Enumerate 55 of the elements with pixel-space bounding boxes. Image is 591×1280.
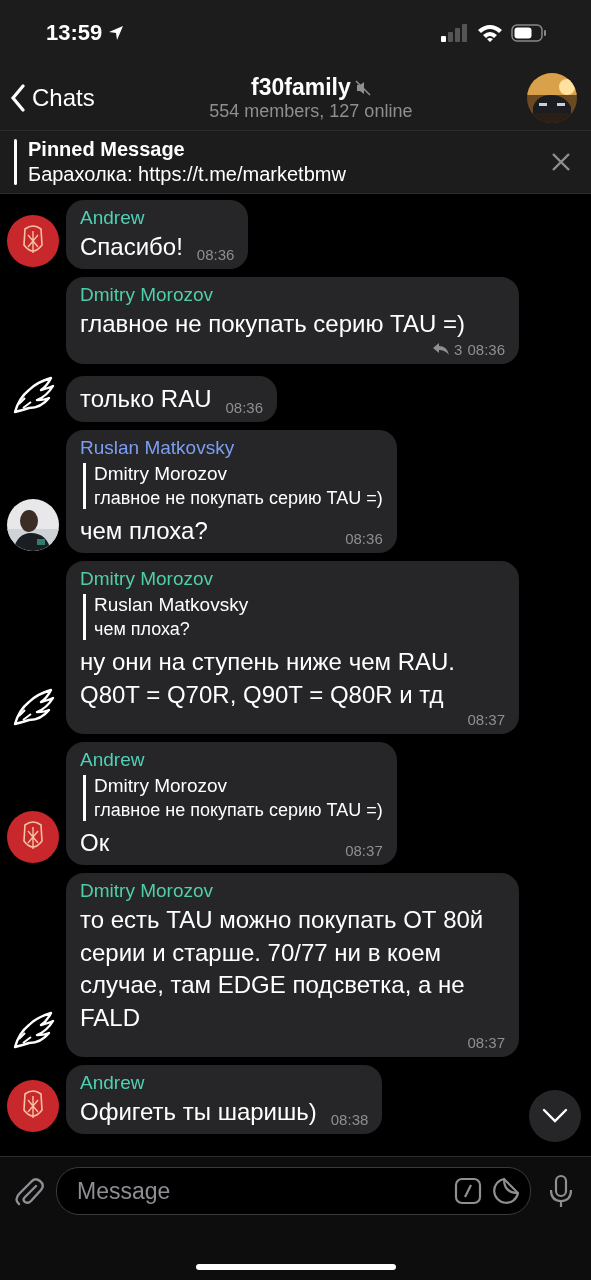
sender-name: Dmitry Morozov	[80, 284, 214, 307]
message-time: 08:37	[345, 842, 383, 860]
quoted-text: главное не покупать серию TAU =)	[94, 487, 383, 509]
wifi-icon	[477, 24, 503, 42]
quoted-sender: Dmitry Morozov	[94, 462, 228, 485]
reply-quote[interactable]: Dmitry Morozov главное не покупать серию TAU =)	[83, 774, 383, 821]
pinned-text: Барахолка: https://t.me/marketbmw	[28, 163, 347, 186]
reply-quote[interactable]: Ruslan Matkovsky чем плоха?	[83, 594, 505, 641]
message-text: Ок	[80, 827, 110, 858]
battery-icon	[511, 24, 547, 42]
quoted-sender: Dmitry Morozov	[94, 774, 228, 797]
message-time: 08:37	[467, 1033, 505, 1051]
chevron-down-icon	[542, 1108, 568, 1124]
message-text: то есть TAU можно покупать ОТ 80й серии и старше. 70/77 ни в коем случае, там EDGE подсветка, а не FALD	[80, 905, 485, 1033]
message-text: чем плоха?	[80, 515, 208, 546]
close-button[interactable]	[551, 152, 571, 172]
quoted-text: главное не покупать серию TAU =)	[94, 799, 383, 821]
sender-name: Andrew	[80, 748, 146, 771]
location-arrow-icon	[108, 25, 125, 41]
reply-arrow-icon	[433, 343, 450, 356]
message-time: 08:38	[330, 1111, 369, 1129]
message-time: 08:36	[345, 530, 383, 548]
message-time: 08:37	[467, 710, 505, 728]
sender-name: Dmitry Morozov	[80, 880, 214, 903]
chat-subtitle: 554 members, 127 online	[209, 101, 413, 122]
message-text: Спасибо!	[80, 232, 183, 262]
pinned-title: Pinned Message	[28, 138, 186, 161]
message-text: Офигеть ты шаришь)	[80, 1096, 317, 1127]
message-text: ну они на ступень ниже чем RAU. Q80T = Q70R, Q90T = Q80R и тд	[80, 647, 456, 710]
sender-name: Dmitry Morozov	[80, 568, 214, 591]
avatar-emblem-icon	[7, 1080, 59, 1133]
message-text: главное не покупать серию TAU =)	[80, 309, 465, 340]
status-time: 13:59	[46, 20, 103, 46]
scroll-down-button[interactable]	[529, 1090, 581, 1142]
avatar-emblem-icon	[7, 215, 59, 268]
command-button[interactable]	[454, 1177, 482, 1205]
pinned-message-bar[interactable]: Pinned Message Барахолка: https://t.me/marketbmw	[0, 130, 591, 194]
message-time: 08:36	[467, 340, 505, 358]
reply-count: 3	[454, 340, 463, 358]
chevron-left-icon	[10, 84, 26, 112]
message-text: только RAU	[80, 384, 212, 415]
sticker-button[interactable]	[492, 1177, 520, 1205]
message-time: 08:36	[225, 398, 264, 416]
reply-quote[interactable]: Dmitry Morozov главное не покупать серию TAU =)	[83, 462, 383, 509]
message-time: 08:36	[196, 246, 235, 264]
sender-name: Andrew	[80, 207, 146, 229]
signal-icon	[441, 24, 469, 42]
avatar-emblem-icon	[7, 811, 59, 864]
quoted-text: чем плоха?	[94, 619, 191, 641]
message-field[interactable]: Message	[56, 1167, 531, 1215]
sender-name: Ruslan Matkovsky	[80, 436, 236, 459]
back-button[interactable]: Chats	[10, 84, 95, 112]
sender-name: Andrew	[80, 1071, 146, 1094]
quoted-sender: Ruslan Matkovsky	[94, 594, 250, 617]
chat-title: f30family	[251, 74, 351, 101]
